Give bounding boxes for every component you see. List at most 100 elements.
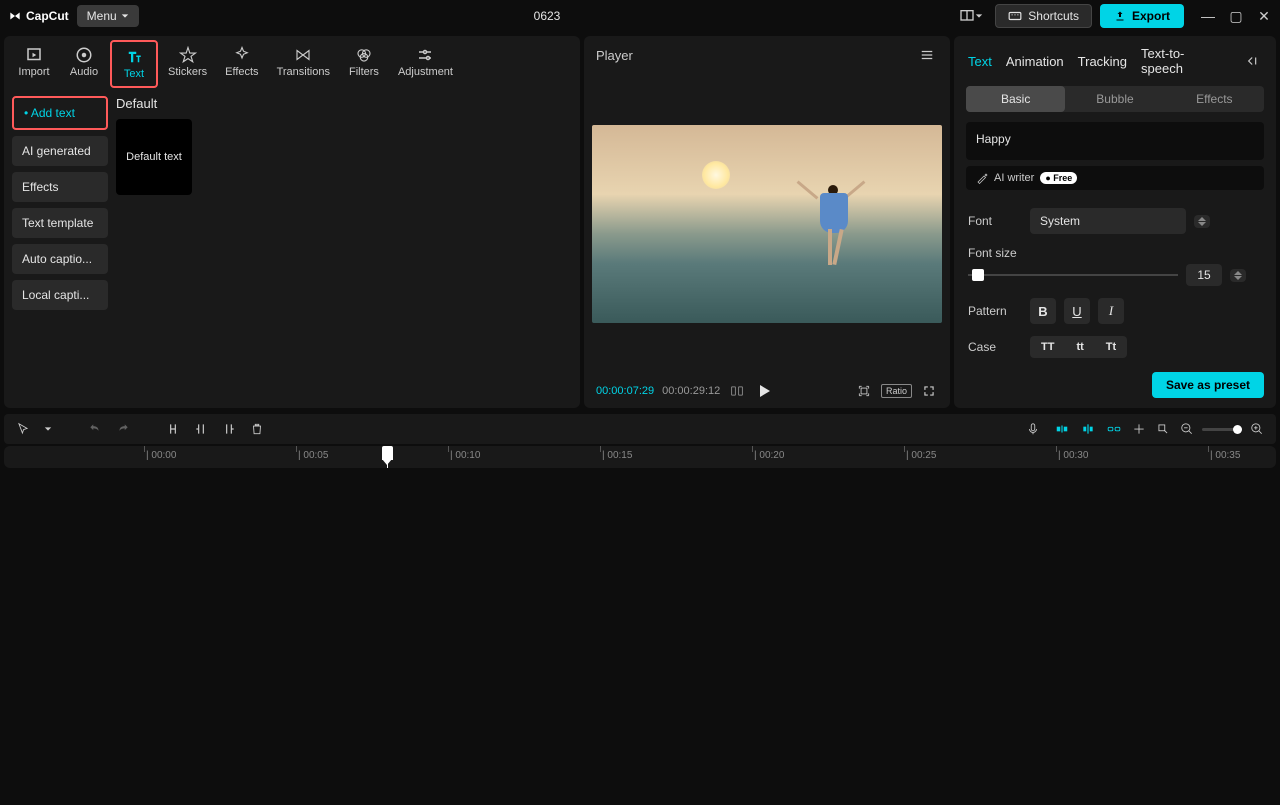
shortcuts-button[interactable]: Shortcuts (995, 4, 1092, 28)
topbar-right: Shortcuts Export — ▢ ✕ (955, 4, 1272, 28)
font-label: Font (968, 214, 1022, 228)
ratio-badge[interactable]: Ratio (881, 384, 912, 398)
adjustment-icon (416, 46, 434, 64)
topbar: CapCut Menu 0623 Shortcuts Export — ▢ ✕ (0, 0, 1280, 32)
default-text-card[interactable]: Default text (116, 119, 192, 195)
split-button[interactable] (164, 420, 182, 438)
subtab-effects[interactable]: Effects (1165, 86, 1264, 112)
tab-text-inspector[interactable]: Text (968, 54, 992, 69)
app-logo: CapCut (8, 9, 69, 23)
player-title: Player (596, 48, 633, 63)
case-lower[interactable]: tt (1065, 336, 1094, 358)
sidebar-add-text[interactable]: Add text (12, 96, 108, 130)
redo-button[interactable] (114, 420, 132, 438)
timeline-ruler[interactable]: | 00:00 | 00:05 | 00:10 | 00:15 | 00:20 … (4, 446, 1276, 468)
sidebar-ai-generated[interactable]: AI generated (12, 136, 108, 166)
playhead[interactable] (387, 446, 388, 468)
preview-axis-button[interactable] (1130, 420, 1148, 438)
layout-button[interactable] (955, 4, 987, 28)
inspector-tabs: Text Animation Tracking Text-to-speech (954, 36, 1276, 86)
font-size-slider[interactable] (968, 274, 1178, 276)
timeline-toolbar (4, 414, 1276, 444)
case-title[interactable]: Tt (1095, 336, 1127, 358)
maximize-button[interactable]: ▢ (1228, 8, 1244, 25)
sidebar-local-captions[interactable]: Local capti... (12, 280, 108, 310)
play-button[interactable] (760, 385, 770, 397)
tab-effects[interactable]: Effects (217, 40, 266, 88)
filters-icon (355, 46, 373, 64)
link-button[interactable] (1104, 420, 1124, 438)
timeline[interactable]: | 00:00 | 00:05 | 00:10 | 00:15 | 00:20 … (4, 446, 1276, 468)
text-icon (125, 48, 143, 66)
delete-button[interactable] (248, 420, 266, 438)
split-right-button[interactable] (220, 420, 238, 438)
subtab-bubble[interactable]: Bubble (1065, 86, 1164, 112)
font-size-stepper[interactable] (1230, 269, 1246, 282)
font-select[interactable]: System (1030, 208, 1186, 234)
export-button[interactable]: Export (1100, 4, 1184, 28)
subtab-basic[interactable]: Basic (966, 86, 1065, 112)
text-category-sidebar: Add text AI generated Effects Text templ… (12, 96, 108, 400)
italic-button[interactable]: I (1098, 298, 1124, 324)
preview-cursor-button[interactable] (1154, 420, 1172, 438)
video-preview[interactable] (592, 125, 942, 323)
case-upper[interactable]: TT (1030, 336, 1065, 358)
tab-transitions[interactable]: Transitions (269, 40, 338, 88)
sidebar-text-template[interactable]: Text template (12, 208, 108, 238)
case-group: TT tt Tt (1030, 336, 1127, 358)
text-content-input[interactable]: Happy (966, 122, 1264, 160)
fullscreen-button[interactable] (920, 382, 938, 400)
effects-icon (233, 46, 251, 64)
zoom-slider[interactable] (1202, 428, 1242, 431)
app-name: CapCut (26, 9, 69, 23)
font-size-value[interactable]: 15 (1186, 264, 1222, 286)
audio-icon (75, 46, 93, 64)
scale-button[interactable] (855, 382, 873, 400)
bold-button[interactable]: B (1030, 298, 1056, 324)
magnet-main-button[interactable] (1052, 420, 1072, 438)
undo-button[interactable] (86, 420, 104, 438)
tab-tts[interactable]: Text-to-speech (1141, 46, 1226, 76)
save-preset-button[interactable]: Save as preset (1152, 372, 1264, 398)
selection-tool[interactable] (14, 420, 32, 438)
tab-tracking[interactable]: Tracking (1078, 54, 1127, 69)
font-stepper[interactable] (1194, 215, 1210, 228)
tab-audio[interactable]: Audio (60, 40, 108, 88)
player-controls: 00:00:07:29 00:00:29:12 Ratio (584, 374, 950, 408)
tab-stickers[interactable]: Stickers (160, 40, 215, 88)
current-time: 00:00:07:29 (596, 385, 654, 397)
export-icon (1114, 10, 1126, 22)
stickers-icon (179, 46, 197, 64)
wand-icon (976, 172, 988, 184)
menu-button[interactable]: Menu (77, 5, 139, 27)
collapse-inspector-button[interactable] (1240, 50, 1262, 72)
zoom-out-button[interactable] (1178, 420, 1196, 438)
ai-writer-button[interactable]: AI writer ● Free (966, 166, 1264, 190)
tab-import[interactable]: Import (10, 40, 58, 88)
media-panel: Import Audio Text Stickers Effects Trans… (4, 36, 580, 408)
zoom-in-button[interactable] (1248, 420, 1266, 438)
section-heading: Default (116, 96, 572, 111)
sidebar-auto-captions[interactable]: Auto captio... (12, 244, 108, 274)
selection-dropdown[interactable] (42, 423, 54, 435)
import-icon (25, 46, 43, 64)
mic-button[interactable] (1024, 420, 1042, 438)
keyboard-icon (1008, 9, 1022, 23)
minimize-button[interactable]: — (1200, 8, 1216, 25)
free-badge: ● Free (1040, 172, 1077, 184)
magnet-track-button[interactable] (1078, 420, 1098, 438)
tab-filters[interactable]: Filters (340, 40, 388, 88)
player-menu-button[interactable] (916, 44, 938, 66)
sidebar-effects[interactable]: Effects (12, 172, 108, 202)
tab-animation[interactable]: Animation (1006, 54, 1064, 69)
tab-text[interactable]: Text (110, 40, 158, 88)
tab-adjustment[interactable]: Adjustment (390, 40, 461, 88)
pattern-label: Pattern (968, 304, 1022, 318)
close-button[interactable]: ✕ (1256, 8, 1272, 25)
underline-button[interactable]: U (1064, 298, 1090, 324)
chevron-down-icon (121, 12, 129, 20)
compare-button[interactable] (728, 382, 746, 400)
split-left-button[interactable] (192, 420, 210, 438)
capcut-logo-icon (8, 9, 22, 23)
inspector-panel: Text Animation Tracking Text-to-speech B… (954, 36, 1276, 408)
